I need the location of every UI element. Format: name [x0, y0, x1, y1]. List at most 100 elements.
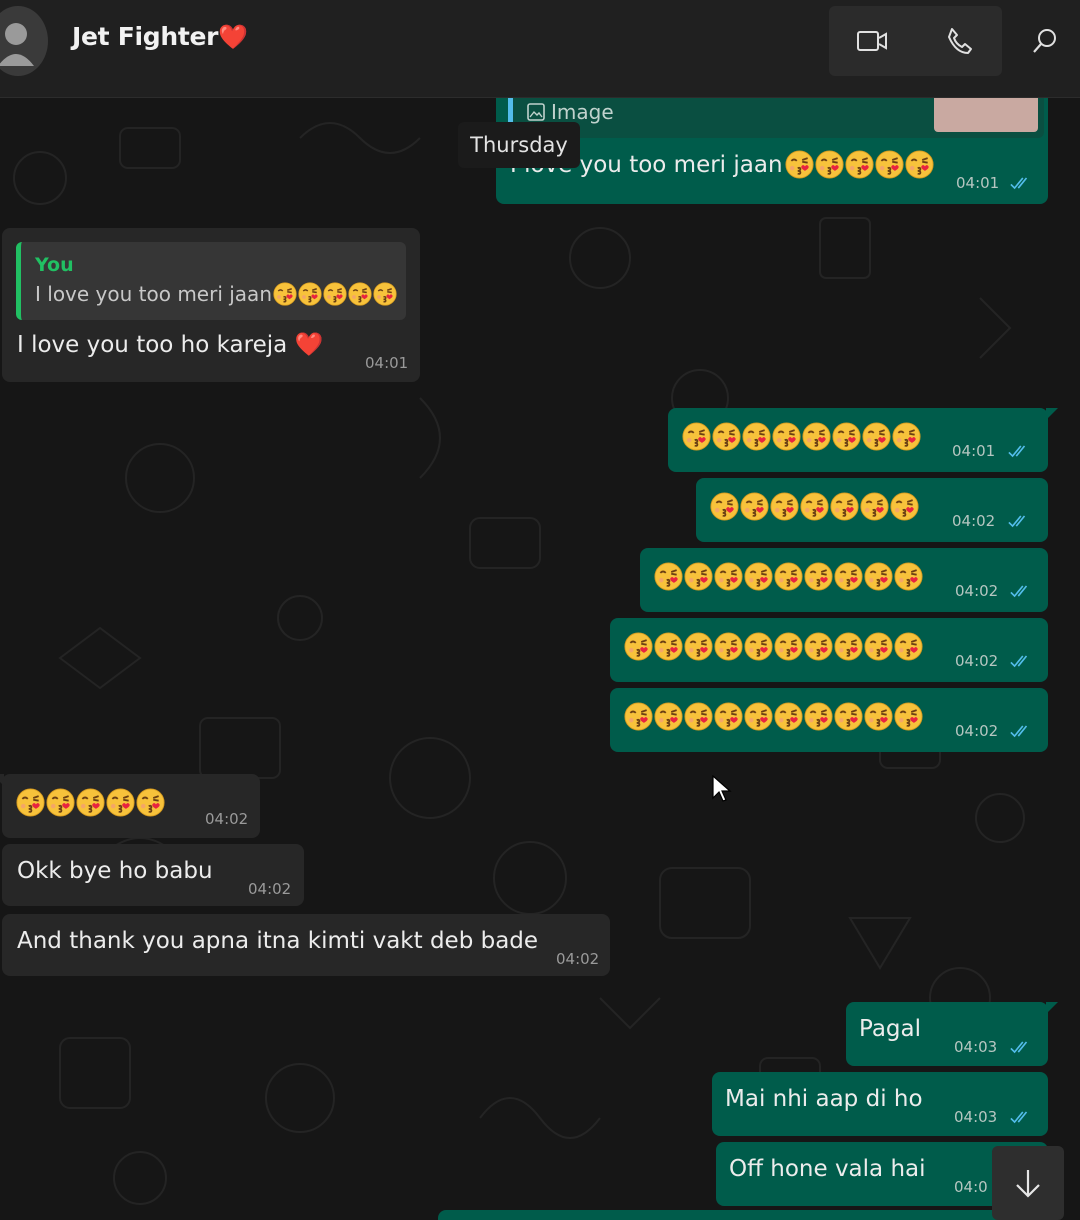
kiss-emoji-icon	[684, 632, 713, 661]
message-outgoing-partial[interactable]	[438, 1210, 1050, 1220]
message-text: Pagal	[859, 1016, 922, 1042]
read-ticks-icon	[1010, 1111, 1032, 1124]
message-time: 04:02	[955, 582, 999, 600]
kiss-emoji-icon	[774, 562, 803, 591]
message-incoming[interactable]: 04:02	[0, 774, 260, 838]
kiss-emoji-icon	[905, 150, 934, 179]
chat-header: Jet Fighter❤️	[0, 0, 1080, 98]
kiss-emoji-icon	[770, 492, 799, 521]
message-time: 04:03	[954, 1108, 998, 1126]
voice-call-icon	[948, 28, 972, 54]
message-outgoing[interactable]: Pagal 04:03	[846, 1002, 1058, 1066]
kiss-emoji-icon	[804, 632, 833, 661]
chat-area[interactable]: Image I love you too meri jaan 04:01 Thu…	[0, 98, 1080, 1220]
voice-call-button[interactable]	[916, 6, 1002, 76]
read-ticks-icon	[1010, 725, 1032, 738]
emoji-group	[16, 788, 165, 817]
message-outgoing[interactable]: 04:02	[640, 548, 1048, 612]
kiss-emoji-icon	[804, 562, 833, 591]
kiss-emoji-icon	[714, 702, 743, 731]
bubble-tail	[0, 774, 4, 786]
message-time: 04:02	[955, 652, 999, 670]
contact-name[interactable]: Jet Fighter❤️	[72, 22, 248, 51]
kiss-emoji-icon	[845, 150, 874, 179]
kiss-emoji-icon	[624, 702, 653, 731]
avatar[interactable]	[0, 6, 48, 76]
read-ticks-icon	[1010, 655, 1032, 668]
bubble-tail	[1046, 408, 1058, 420]
message-incoming[interactable]: And thank you apna itna kimti vakt deb b…	[2, 914, 610, 976]
kiss-emoji-icon	[804, 702, 833, 731]
kiss-emoji-icon	[106, 788, 135, 817]
message-outgoing[interactable]: 04:02	[696, 478, 1048, 542]
message-text: Off hone vala hai	[729, 1156, 926, 1182]
kiss-emoji-icon	[890, 492, 919, 521]
image-thumbnail	[934, 98, 1038, 132]
message-time: 04:02	[248, 880, 292, 898]
reply-quote-text: I love you too meri jaan	[35, 282, 397, 306]
scroll-to-bottom-button[interactable]	[992, 1146, 1064, 1220]
arrow-down-icon	[1016, 1170, 1040, 1198]
message-incoming[interactable]: Okk bye ho babu 04:02	[2, 844, 304, 906]
kiss-emoji-icon	[744, 632, 773, 661]
message-text: And thank you apna itna kimti vakt deb b…	[17, 928, 539, 954]
message-outgoing[interactable]: 04:02	[610, 618, 1048, 682]
kiss-emoji-icon	[684, 702, 713, 731]
message-incoming[interactable]: You I love you too meri jaan I love you …	[2, 228, 420, 382]
message-text: I love you too ho kareja ❤️	[17, 331, 323, 358]
kiss-emoji-icon	[894, 632, 923, 661]
emoji-group	[624, 702, 923, 731]
reply-quote[interactable]: You I love you too meri jaan	[16, 242, 406, 320]
kiss-emoji-icon	[862, 422, 891, 451]
kiss-emoji-icon	[832, 422, 861, 451]
message-outgoing[interactable]: 04:02	[610, 688, 1048, 752]
read-ticks-icon	[1010, 177, 1032, 190]
avatar-placeholder-icon	[0, 23, 34, 66]
read-ticks-icon	[1010, 1041, 1032, 1054]
kiss-emoji-icon	[860, 492, 889, 521]
emoji-group	[624, 632, 923, 661]
kiss-emoji-icon	[740, 492, 769, 521]
image-icon	[527, 103, 545, 121]
message-outgoing[interactable]: 04:01	[668, 408, 1058, 472]
kiss-emoji-icon	[894, 702, 923, 731]
kiss-emoji-icon	[802, 422, 831, 451]
kiss-emoji-icon	[742, 422, 771, 451]
kiss-emoji-icon	[323, 282, 347, 306]
kiss-emoji-icon	[774, 702, 803, 731]
message-time: 04:02	[205, 810, 249, 828]
kiss-emoji-icon	[800, 492, 829, 521]
kiss-emoji-icon	[624, 632, 653, 661]
kiss-emoji-icon	[834, 562, 863, 591]
emoji-group	[654, 562, 923, 591]
message-time: 04:0	[954, 1178, 988, 1196]
kiss-emoji-icon	[744, 702, 773, 731]
kiss-emoji-icon	[373, 282, 397, 306]
kiss-emoji-icon	[744, 562, 773, 591]
kiss-emoji-icon	[864, 562, 893, 591]
emoji-group	[785, 150, 934, 179]
message-text: Okk bye ho babu	[17, 858, 213, 884]
date-separator: Thursday	[458, 122, 580, 168]
read-ticks-icon	[1010, 585, 1032, 598]
message-time: 04:03	[954, 1038, 998, 1056]
reply-quote-image[interactable]: Image	[508, 98, 1044, 138]
kiss-emoji-icon	[864, 702, 893, 731]
kiss-emoji-icon	[875, 150, 904, 179]
video-call-button[interactable]	[829, 6, 915, 76]
kiss-emoji-icon	[298, 282, 322, 306]
mouse-cursor-icon	[712, 775, 732, 802]
search-button[interactable]	[1014, 6, 1076, 76]
kiss-emoji-icon	[772, 422, 801, 451]
kiss-emoji-icon	[815, 150, 844, 179]
kiss-emoji-icon	[864, 632, 893, 661]
message-outgoing[interactable]: Mai nhi aap di ho 04:03	[712, 1072, 1048, 1136]
kiss-emoji-icon	[348, 282, 372, 306]
kiss-emoji-icon	[892, 422, 921, 451]
kiss-emoji-icon	[16, 788, 45, 817]
kiss-emoji-icon	[710, 492, 739, 521]
kiss-emoji-icon	[785, 150, 814, 179]
kiss-emoji-icon	[894, 562, 923, 591]
kiss-emoji-icon	[712, 422, 741, 451]
read-ticks-icon	[1008, 445, 1030, 458]
